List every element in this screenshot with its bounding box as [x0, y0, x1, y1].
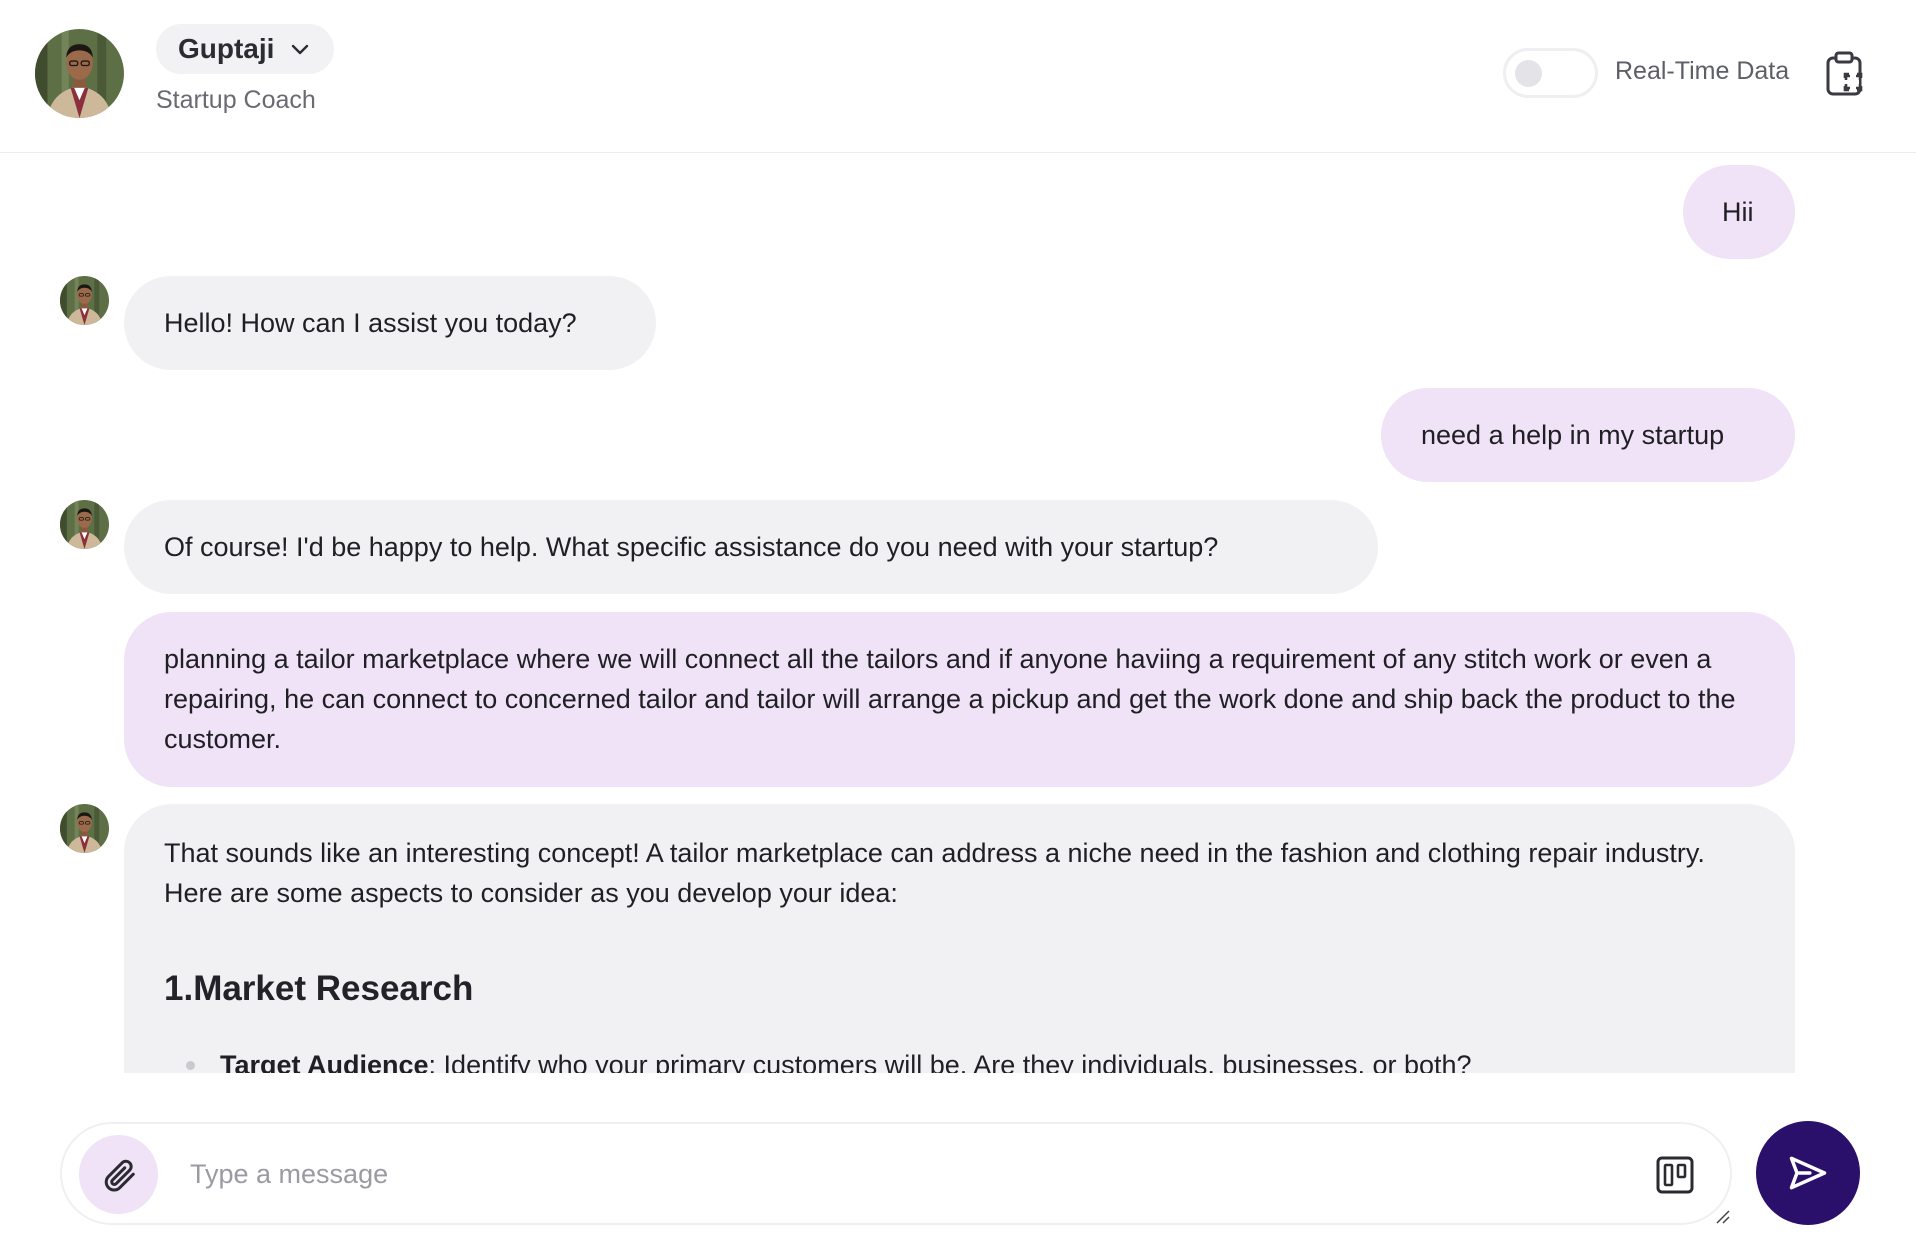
real-time-data-toggle[interactable] — [1503, 48, 1598, 98]
message-input[interactable] — [190, 1146, 1630, 1202]
message-text: Hii — [1722, 197, 1754, 227]
message-intro: That sounds like an interesting concept!… — [164, 838, 1705, 908]
clipboard-scan-icon[interactable] — [1823, 51, 1865, 97]
chat-bottom-fade — [0, 1073, 1916, 1123]
message-text: Hello! How can I assist you today? — [164, 308, 577, 338]
kanban-board-icon[interactable] — [1656, 1156, 1694, 1194]
message-text: planning a tailor marketplace where we w… — [164, 644, 1736, 754]
user-message: planning a tailor marketplace where we w… — [124, 612, 1795, 787]
chat-app: Guptaji Startup Coach Real-Time Data Hii — [0, 0, 1916, 1240]
user-message: need a help in my startup — [1381, 388, 1795, 482]
assistant-avatar — [60, 500, 109, 549]
assistant-message: Of course! I'd be happy to help. What sp… — [124, 500, 1378, 594]
bullet-term: Target Audience — [220, 1050, 429, 1073]
paperclip-icon — [104, 1159, 135, 1191]
chat-header: Guptaji Startup Coach Real-Time Data — [0, 0, 1916, 153]
chevron-down-icon — [292, 44, 309, 55]
resize-grip-icon[interactable] — [1714, 1208, 1730, 1224]
persona-selector[interactable]: Guptaji — [156, 24, 334, 74]
assistant-message: That sounds like an interesting concept!… — [124, 804, 1795, 1073]
message-composer — [60, 1122, 1732, 1225]
persona-role: Startup Coach — [156, 86, 316, 114]
persona-name: Guptaji — [178, 33, 275, 64]
list-item: Target Audience: Identify who your prima… — [164, 1045, 1755, 1073]
persona-avatar — [35, 29, 124, 118]
message-text: need a help in my startup — [1421, 420, 1725, 450]
real-time-data-label: Real-Time Data — [1615, 57, 1790, 85]
assistant-avatar — [60, 276, 109, 325]
assistant-message: Hello! How can I assist you today? — [124, 276, 656, 370]
bullet-list: Target Audience: Identify who your prima… — [164, 1045, 1755, 1073]
message-text: Of course! I'd be happy to help. What sp… — [164, 532, 1219, 562]
user-message: Hii — [1683, 165, 1795, 259]
toggle-knob — [1515, 60, 1542, 87]
section-heading: 1.Market Research — [164, 969, 474, 1008]
attach-button[interactable] — [79, 1135, 158, 1214]
assistant-avatar — [60, 804, 109, 853]
send-button[interactable] — [1756, 1121, 1860, 1225]
send-icon — [1789, 1156, 1827, 1190]
message-list[interactable]: Hii Hello! How can I assist you today? n… — [0, 154, 1916, 1073]
bullet-text: : Identify who your primary customers wi… — [428, 1050, 1472, 1073]
